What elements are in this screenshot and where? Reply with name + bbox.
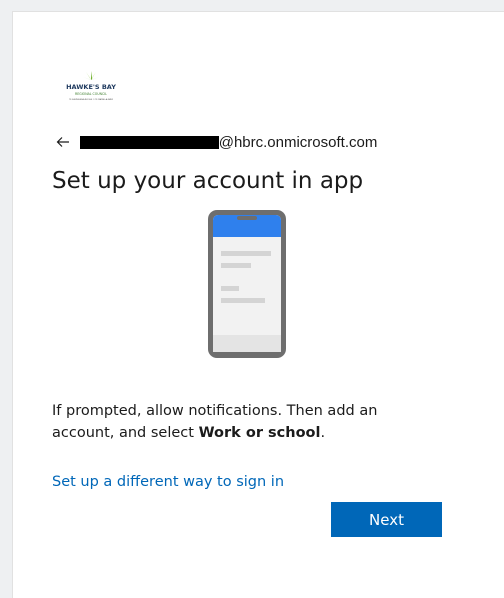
- svg-text:HAWKE'S BAY: HAWKE'S BAY: [66, 83, 116, 91]
- org-logo-graphic: HAWKE'S BAY REGIONAL COUNCIL TE KAUNIHER…: [66, 71, 116, 101]
- back-arrow-icon[interactable]: [56, 135, 70, 149]
- org-logo: HAWKE'S BAY REGIONAL COUNCIL TE KAUNIHER…: [60, 70, 122, 104]
- svg-text:TE KAUNIHERA Ā-ROHE O TE MATAU: TE KAUNIHERA Ā-ROHE O TE MATAU-A-MĀUI: [69, 98, 113, 101]
- instructions-part2: .: [320, 425, 326, 441]
- redacted-username: paymarsk.vira.rco.8255...: [80, 135, 219, 149]
- different-sign-in-link[interactable]: Set up a different way to sign in: [52, 474, 284, 490]
- svg-text:REGIONAL COUNCIL: REGIONAL COUNCIL: [75, 92, 107, 96]
- instructions-emphasis: Work or school: [198, 425, 321, 441]
- identity-banner: paymarsk.vira.rco.8255... @hbrc.onmicros…: [56, 132, 377, 152]
- instructions-text: If prompted, allow notifications. Then a…: [52, 400, 442, 444]
- phone-illustration-icon: [208, 210, 286, 358]
- page-title: Set up your account in app: [52, 168, 364, 194]
- email-domain: @hbrc.onmicrosoft.com: [218, 133, 378, 151]
- next-button[interactable]: Next: [331, 502, 442, 537]
